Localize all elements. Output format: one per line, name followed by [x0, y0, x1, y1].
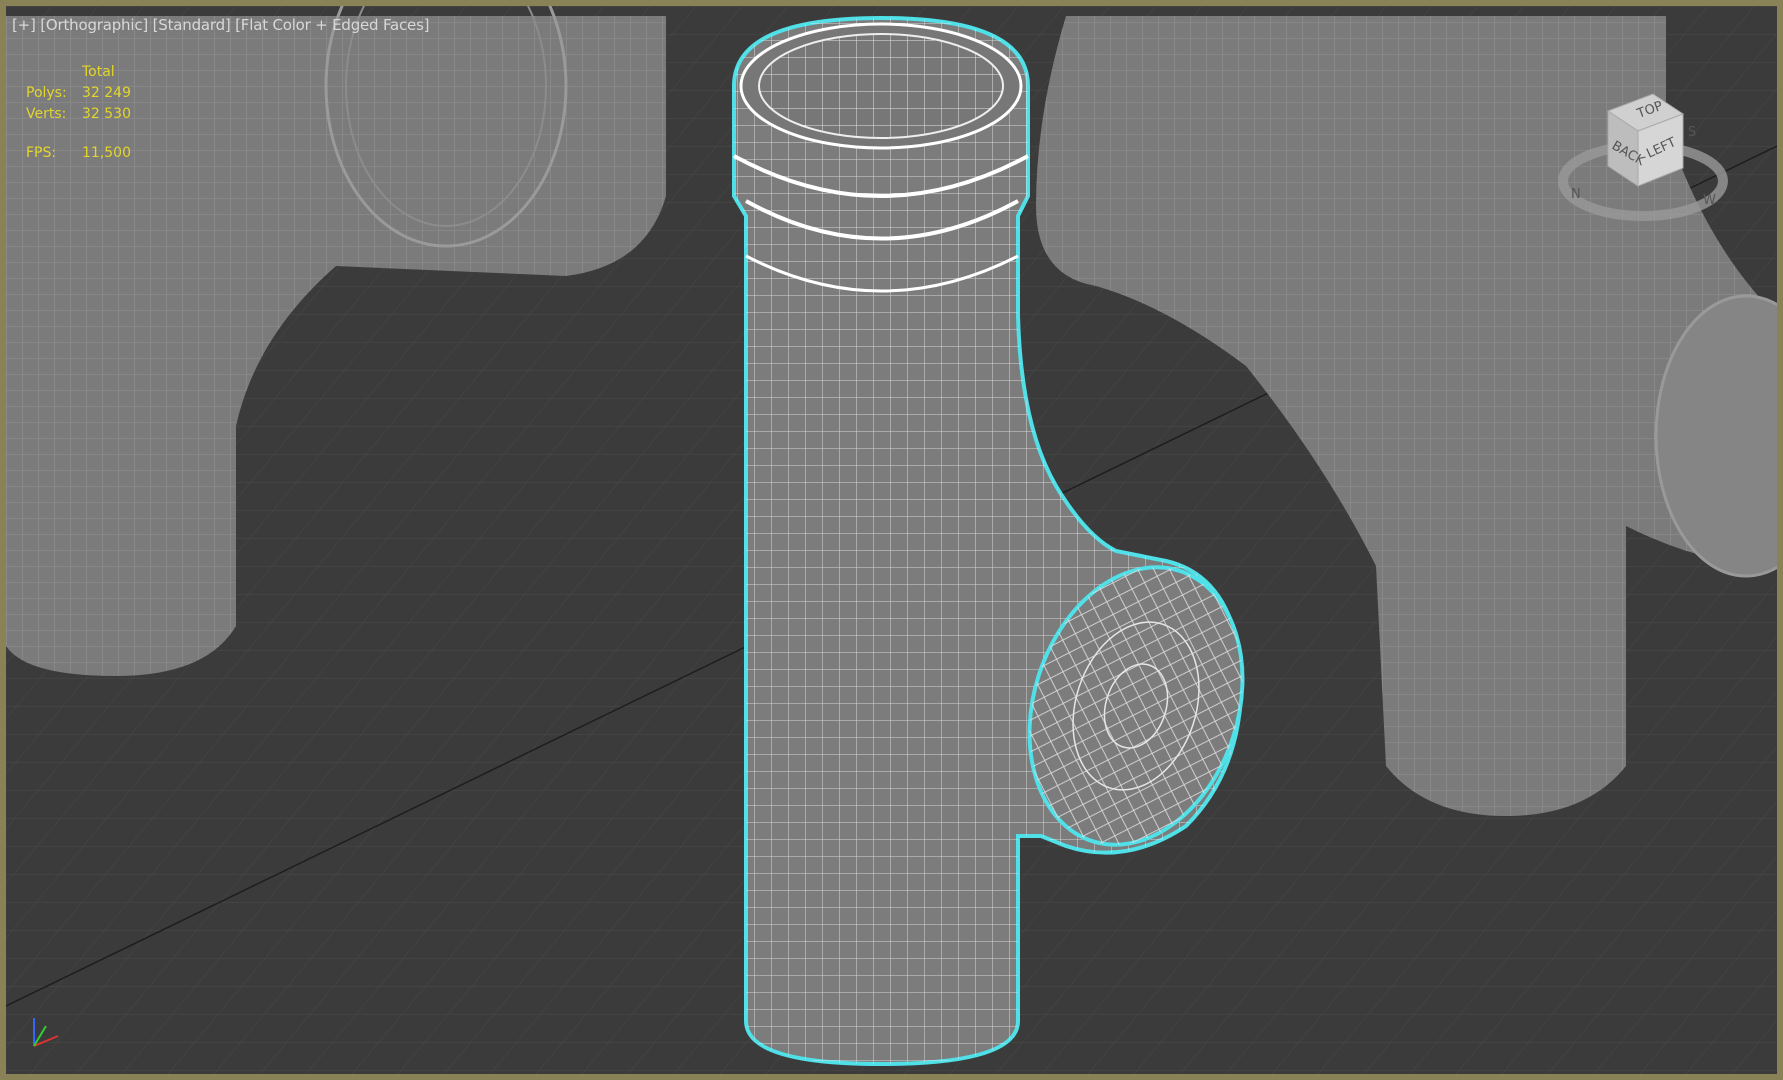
- stats-polys-value: 32 249: [82, 85, 131, 101]
- scene-canvas[interactable]: [6, 6, 1777, 1074]
- viewport[interactable]: [+] [Orthographic] [Standard] [Flat Colo…: [0, 0, 1783, 1080]
- viewcube-compass-w[interactable]: W: [1703, 193, 1716, 208]
- stats-header: Total: [82, 64, 115, 80]
- stats-verts-value: 32 530: [82, 106, 131, 122]
- stats-spacer: [26, 125, 131, 143]
- viewport-menu-view[interactable]: [Orthographic]: [40, 16, 148, 34]
- viewcube-compass-s[interactable]: S: [1688, 125, 1696, 140]
- viewport-menu-plus[interactable]: [+]: [12, 16, 36, 34]
- viewport-statistics: Total Polys: 32 249 Verts: 32 530 FPS: 1…: [26, 62, 131, 164]
- viewport-menu-shading[interactable]: [Flat Color + Edged Faces]: [235, 16, 429, 34]
- viewport-menu-camera[interactable]: [Standard]: [153, 16, 231, 34]
- stats-fps-value: 11,500: [82, 145, 131, 161]
- stats-verts-label: Verts:: [26, 106, 67, 122]
- stats-verts-row: Verts: 32 530: [26, 104, 131, 125]
- stats-polys-label: Polys:: [26, 85, 67, 101]
- viewcube-compass-n[interactable]: N: [1571, 187, 1581, 202]
- stats-fps-label: FPS:: [26, 145, 57, 161]
- viewcube[interactable]: TOP BACK LEFT N W S: [1553, 86, 1733, 236]
- viewport-label-menu[interactable]: [+] [Orthographic] [Standard] [Flat Colo…: [12, 16, 430, 34]
- stats-fps-row: FPS: 11,500: [26, 143, 131, 164]
- stats-polys-row: Polys: 32 249: [26, 83, 131, 104]
